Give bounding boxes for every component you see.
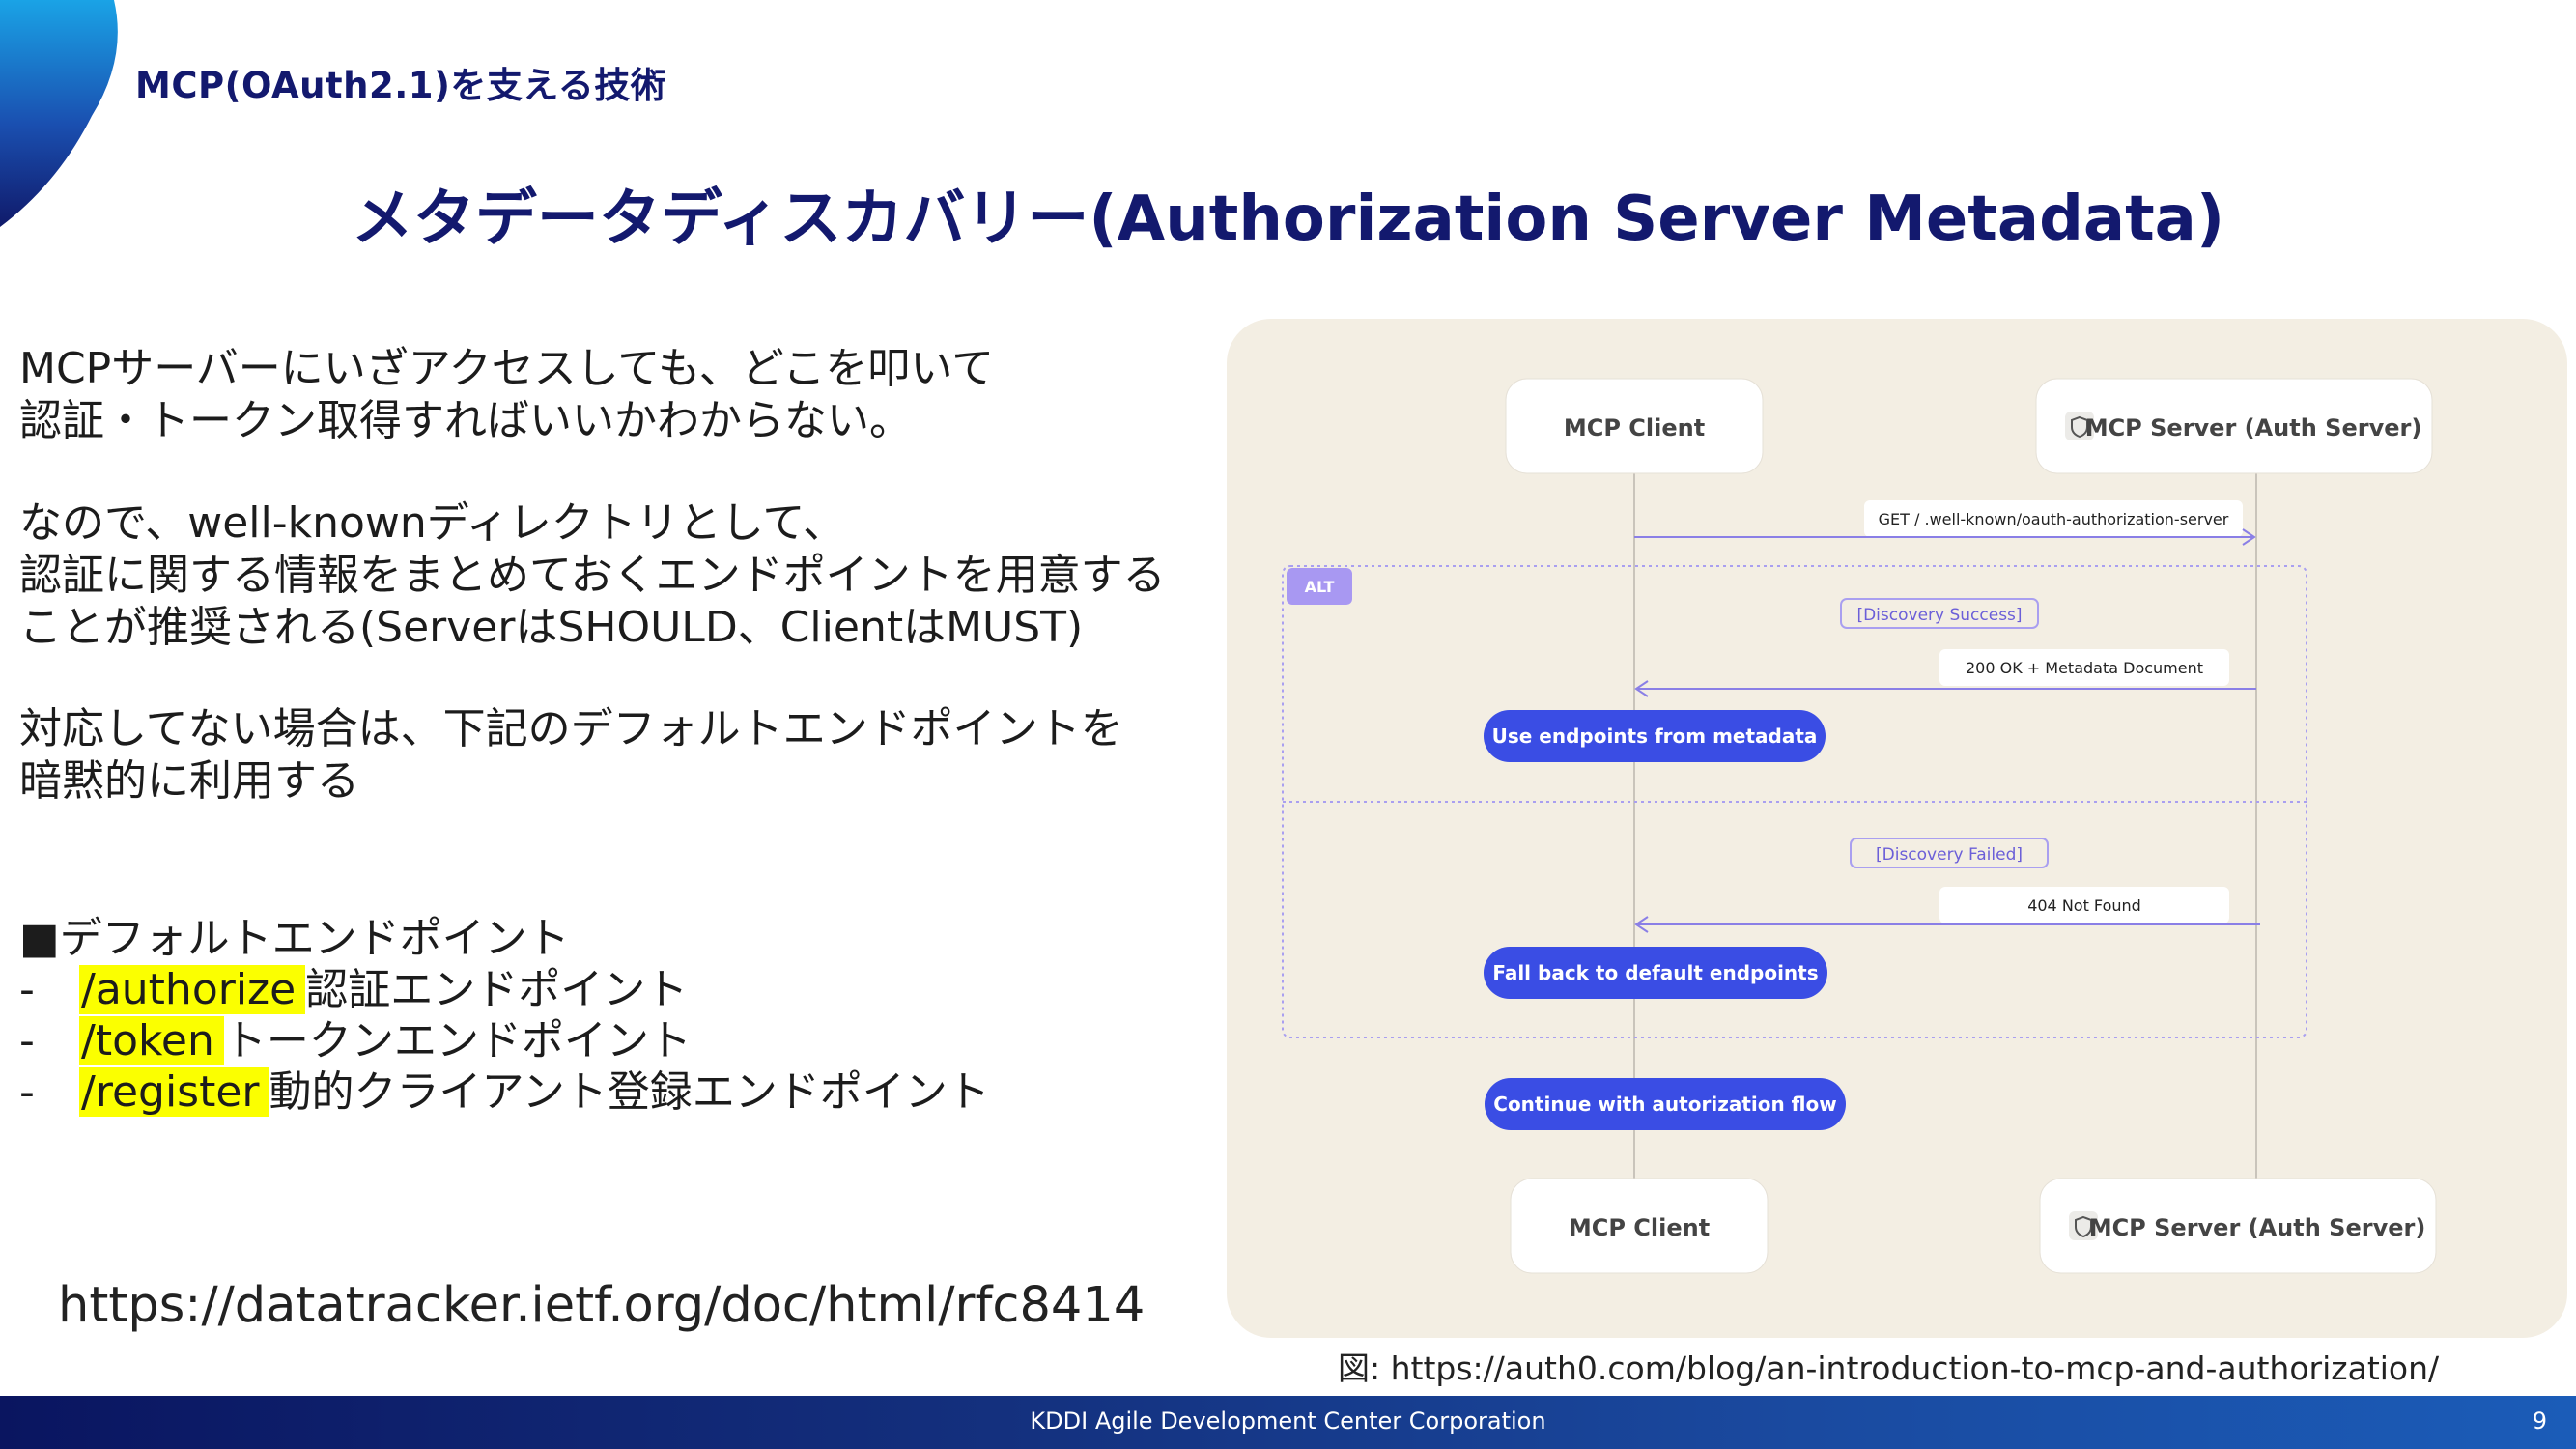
endpoint-desc: 動的クライアント登録エンドポイント	[269, 1067, 990, 1117]
list-bullet: -	[19, 1067, 35, 1117]
failed-response: 404 Not Found	[2027, 896, 2141, 915]
figure-caption: 図: https://auth0.com/blog/an-introductio…	[1338, 1350, 2440, 1387]
sequence-diagram: MCP Client MCP Server (Auth Server) GET …	[1227, 319, 2567, 1338]
list-bullet: -	[19, 965, 35, 1014]
success-action: Use endpoints from metadata	[1492, 724, 1818, 748]
text-line: MCPサーバーにいざアクセスしても、どこを叩いて	[19, 344, 995, 393]
text-line: 対応してない場合は、下記のデフォルトエンドポイントを	[19, 704, 1123, 753]
text-line: 暗黙的に利用する	[19, 756, 359, 806]
text-line: なので、well-knownディレクトリとして、	[19, 498, 846, 548]
paragraph-solution: なので、well-knownディレクトリとして、 認証に関する情報をまとめておく…	[19, 497, 1166, 654]
endpoint-path: /authorize	[79, 965, 306, 1014]
paragraph-fallback: 対応してない場合は、下記のデフォルトエンドポイントを 暗黙的に利用する	[19, 703, 1123, 808]
endpoint-path: /register	[79, 1067, 269, 1117]
endpoint-desc: 認証エンドポイント	[305, 965, 689, 1014]
list-heading: ■デフォルトエンドポイント	[19, 914, 570, 963]
paragraph-problem: MCPサーバーにいざアクセスしても、どこを叩いて 認証・トークン取得すればいいか…	[19, 343, 994, 447]
page-title: メタデータディスカバリー(Authorization Server Metada…	[351, 184, 2225, 255]
server-label-top: MCP Server (Auth Server)	[2085, 414, 2422, 441]
list-item: -/register 動的クライアント登録エンドポイント	[19, 1066, 990, 1118]
text-line: ことが推奨される(ServerはSHOULD、ClientはMUST)	[19, 603, 1084, 652]
list-item: -/authorize 認証エンドポイント	[19, 964, 990, 1015]
client-label-bottom: MCP Client	[1569, 1214, 1710, 1241]
failed-action: Fall back to default endpoints	[1492, 961, 1818, 984]
footer-company: KDDI Agile Development Center Corporatio…	[1030, 1407, 1546, 1435]
rfc-link[interactable]: https://datatracker.ietf.org/doc/html/rf…	[58, 1277, 1145, 1334]
text-line: 認証に関する情報をまとめておくエンドポイントを用意する	[19, 551, 1166, 600]
success-response: 200 OK + Metadata Document	[1966, 659, 2203, 677]
request-label: GET / .well-known/oauth-authorization-se…	[1879, 510, 2229, 528]
list-item: -/token トークンエンドポイント	[19, 1015, 990, 1066]
sequence-diagram-svg: MCP Client MCP Server (Auth Server) GET …	[1282, 378, 2437, 1274]
client-label-top: MCP Client	[1564, 414, 1705, 441]
endpoint-path: /token	[79, 1016, 224, 1065]
list-bullet: -	[19, 1016, 35, 1065]
continue-action: Continue with autorization flow	[1493, 1093, 1836, 1116]
failed-guard: [Discovery Failed]	[1876, 845, 2023, 865]
default-endpoint-list: ■デフォルトエンドポイント -/authorize 認証エンドポイント -/tok…	[19, 913, 990, 1118]
text-line: 認証・トークン取得すればいいかわからない。	[19, 396, 912, 445]
success-guard: [Discovery Success]	[1856, 606, 2022, 625]
alt-tag: ALT	[1305, 578, 1335, 596]
server-label-bottom: MCP Server (Auth Server)	[2089, 1214, 2426, 1241]
footer: KDDI Agile Development Center Corporatio…	[0, 1396, 2576, 1449]
section-title: MCP(OAuth2.1)を支える技術	[135, 65, 667, 106]
endpoint-desc: トークンエンドポイント	[223, 1016, 692, 1065]
page-number: 9	[2532, 1407, 2547, 1435]
